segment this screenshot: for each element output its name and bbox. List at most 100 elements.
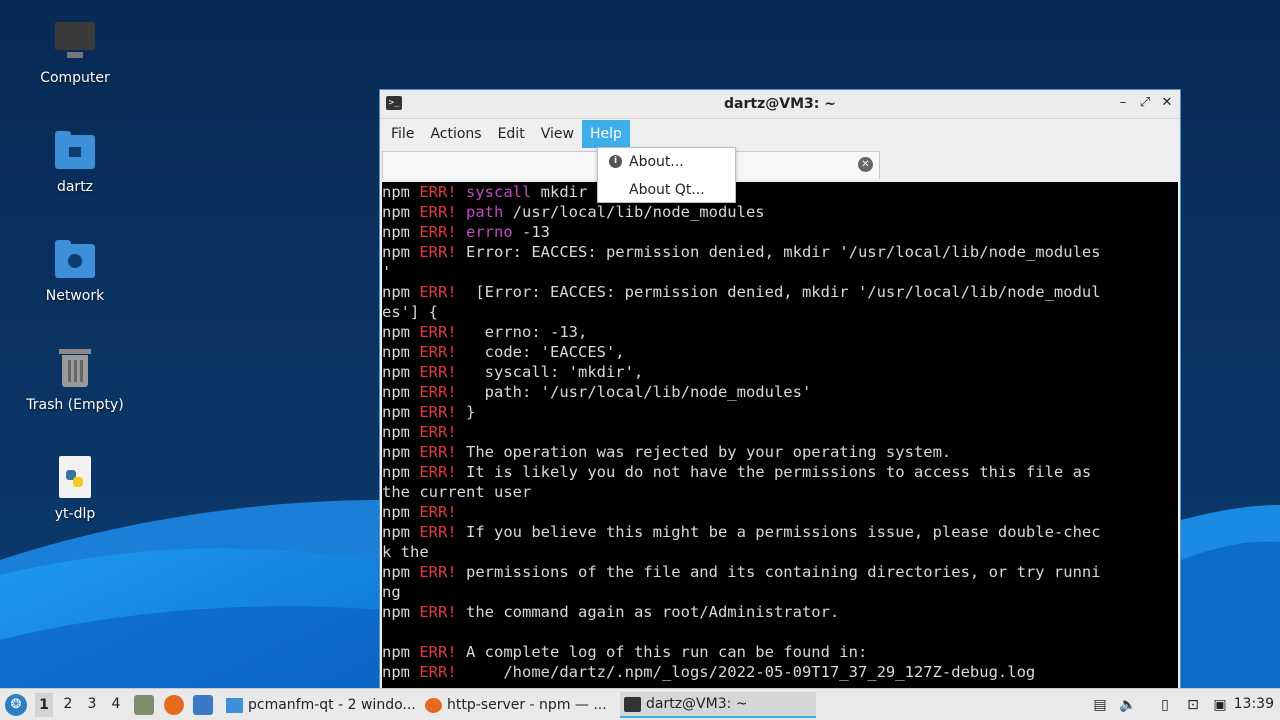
window-titlebar[interactable]: >_ dartz@VM3: ~ – ⤢ ✕ <box>380 90 1180 119</box>
terminal-line: k the <box>382 542 1178 562</box>
tab-bar: dartz ✕ <box>380 149 1180 182</box>
npm-prefix: npm <box>382 383 410 401</box>
npm-prefix: npm <box>382 283 410 301</box>
terminal-line: npm ERR! permissions of the file and its… <box>382 562 1178 582</box>
npm-prefix: npm <box>382 203 410 221</box>
terminal-text: the command again as root/Administrator. <box>456 603 840 621</box>
menu-actions[interactable]: Actions <box>422 120 489 148</box>
terminal-text: -13 <box>512 223 551 241</box>
terminal-line: npm ERR! Error: EACCES: permission denie… <box>382 242 1178 262</box>
terminal-text: errno: -13, <box>456 323 588 341</box>
menu-item-about-qt[interactable]: About Qt... <box>598 176 735 204</box>
workspace-2[interactable]: 2 <box>59 696 77 712</box>
npm-prefix: npm <box>382 403 410 421</box>
terminal-line: npm ERR! errno: -13, <box>382 322 1178 342</box>
start-menu-icon[interactable]: ❂ <box>5 694 27 716</box>
show-desktop-icon[interactable] <box>193 695 213 715</box>
desktop-icon-label: yt-dlp <box>54 506 96 522</box>
npm-prefix: npm <box>382 603 410 621</box>
terminal-line: npm ERR! <box>382 502 1178 522</box>
minimize-button[interactable]: – <box>1116 95 1130 110</box>
desktop-icon-label: dartz <box>56 179 94 195</box>
err-tag: ERR! <box>419 383 457 401</box>
err-tag: ERR! <box>419 203 457 221</box>
err-tag: ERR! <box>419 523 457 541</box>
terminal-text: path: '/usr/local/lib/node_modules' <box>456 383 812 401</box>
err-tag: ERR! <box>419 503 457 521</box>
npm-prefix: npm <box>382 443 410 461</box>
workspace-3[interactable]: 3 <box>83 696 101 712</box>
computer-icon <box>53 20 97 64</box>
err-tag: ERR! <box>419 243 457 261</box>
npm-prefix: npm <box>382 223 410 241</box>
menu-item-about[interactable]: i About... <box>598 148 735 176</box>
help-dropdown-menu: i About... About Qt... <box>597 147 736 203</box>
workspace-1[interactable]: 1 <box>35 693 53 717</box>
firefox-launcher-icon[interactable] <box>164 695 184 715</box>
menu-edit[interactable]: Edit <box>490 120 533 148</box>
tab-close-icon[interactable]: ✕ <box>858 157 873 172</box>
menu-help[interactable]: Help <box>581 120 630 148</box>
desktop-icon-trash[interactable]: Trash (Empty) <box>20 347 130 413</box>
terminal-line: npm ERR! syscall: 'mkdir', <box>382 362 1178 382</box>
terminal-line: npm ERR! If you believe this might be a … <box>382 522 1178 542</box>
terminal-output[interactable]: npm ERR! syscall mkdir npm ERR! path /usr… <box>382 182 1178 688</box>
desktop-icon-yt-dlp[interactable]: yt-dlp <box>20 456 130 522</box>
close-button[interactable]: ✕ <box>1160 95 1174 110</box>
info-icon: i <box>609 155 622 168</box>
volume-icon[interactable]: 🔈 <box>1118 695 1138 715</box>
terminal-line: es'] { <box>382 302 1178 322</box>
maximize-button[interactable]: ⤢ <box>1138 95 1152 110</box>
terminal-line: npm ERR! errno -13 <box>382 222 1178 242</box>
terminal-text: the current user <box>382 483 532 501</box>
npm-prefix: npm <box>382 183 410 201</box>
terminal-text: code: 'EACCES', <box>456 343 625 361</box>
err-tag: ERR! <box>419 183 457 201</box>
terminal-text: The operation was rejected by your opera… <box>456 443 952 461</box>
task-label: pcmanfm-qt - 2 windo... <box>248 697 416 713</box>
desktop-icon-label: Computer <box>40 70 110 86</box>
terminal-text: } <box>456 403 476 421</box>
npm-prefix: npm <box>382 343 410 361</box>
npm-prefix: npm <box>382 363 410 381</box>
task-terminal[interactable]: dartz@VM3: ~ <box>620 692 816 718</box>
terminal-window[interactable]: >_ dartz@VM3: ~ – ⤢ ✕ File Actions Edit … <box>379 89 1181 689</box>
menu-view[interactable]: View <box>533 120 582 148</box>
network-folder-icon <box>53 238 97 282</box>
home-folder-icon <box>53 129 97 173</box>
terminal-text: It is likely you do not have the permiss… <box>456 463 1092 481</box>
error-key: errno <box>466 223 513 241</box>
err-tag: ERR! <box>419 343 457 361</box>
terminal-line: ' <box>382 262 1178 282</box>
terminal-line: npm ERR! The operation was rejected by y… <box>382 442 1178 462</box>
err-tag: ERR! <box>419 463 457 481</box>
npm-prefix: npm <box>382 243 410 261</box>
err-tag: ERR! <box>419 603 457 621</box>
menu-file[interactable]: File <box>383 120 422 148</box>
err-tag: ERR! <box>419 323 457 341</box>
workspace-4[interactable]: 4 <box>107 696 125 712</box>
network-tray-icon[interactable]: ⊡ <box>1183 695 1203 715</box>
task-pcmanfm[interactable]: pcmanfm-qt - 2 windo... <box>222 692 416 718</box>
desktop-icon-label: Trash (Empty) <box>26 397 124 413</box>
clipboard-tray-icon[interactable]: ▤ <box>1090 695 1110 715</box>
npm-prefix: npm <box>382 523 410 541</box>
err-tag: ERR! <box>419 443 457 461</box>
terminal-line: npm ERR! the command again as root/Admin… <box>382 602 1178 622</box>
firefox-icon <box>425 697 442 713</box>
desktop-icon-network[interactable]: Network <box>20 238 130 304</box>
updates-icon[interactable]: ▣ <box>1210 695 1230 715</box>
desktop-icon-home[interactable]: dartz <box>20 129 130 195</box>
terminal-text: k the <box>382 543 429 561</box>
terminal-icon <box>624 696 641 712</box>
desktop-icon-computer[interactable]: Computer <box>20 20 130 86</box>
npm-prefix: npm <box>382 643 410 661</box>
file-manager-launcher-icon[interactable] <box>134 695 154 715</box>
folder-icon <box>226 697 243 713</box>
terminal-line: npm ERR! syscall mkdir <box>382 182 1178 202</box>
error-key: path <box>466 203 504 221</box>
terminal-text: es'] { <box>382 303 438 321</box>
task-http-server[interactable]: http-server - npm — ... <box>421 692 615 718</box>
battery-icon[interactable]: ▯ <box>1155 695 1175 715</box>
terminal-line: npm ERR! path: '/usr/local/lib/node_modu… <box>382 382 1178 402</box>
